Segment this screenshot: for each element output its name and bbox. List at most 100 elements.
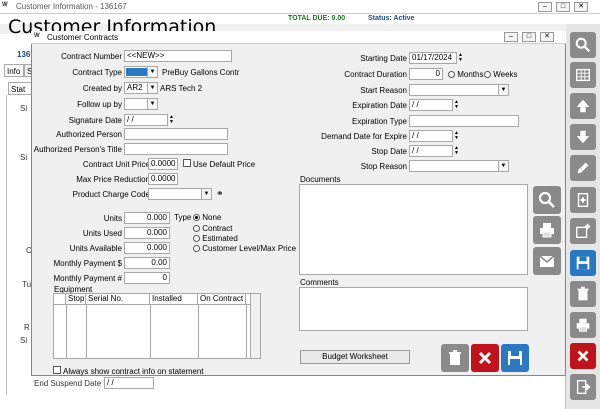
product-charge-code-select[interactable]: ▼ (148, 188, 212, 200)
grid-button[interactable] (570, 62, 596, 88)
save-icon (576, 256, 590, 270)
authorized-person-field[interactable] (124, 128, 228, 140)
add-record-button[interactable] (570, 218, 596, 244)
max-price-reduction-field[interactable]: 0.0000 (148, 173, 178, 185)
contract-type-select[interactable]: ▼ (124, 66, 158, 78)
radio-icon (193, 214, 200, 222)
dialog-delete-button[interactable] (441, 344, 469, 372)
duration-months-option[interactable]: Months (448, 70, 483, 79)
start-reason-select[interactable]: ▼ (409, 84, 509, 96)
contract-duration-field[interactable]: 0 (409, 68, 443, 80)
add-record-icon (576, 223, 591, 238)
tab-info[interactable]: Info (4, 64, 24, 77)
stop-date-label: Stop Date (371, 147, 407, 156)
outer-title-bar: W Customer Information - 136167 – □ ✕ (0, 0, 600, 14)
use-default-price-label: Use Default Price (193, 160, 256, 169)
trash-icon (449, 350, 461, 365)
created-by-desc: ARS Tech 2 (160, 84, 203, 93)
signature-date-value: / / (127, 115, 134, 124)
col-stop: Stop (68, 294, 86, 304)
dialog-minimize-button[interactable]: – (504, 32, 518, 42)
documents-search-button[interactable] (533, 186, 561, 214)
stop-reason-select[interactable]: ▼ (409, 160, 509, 172)
pencil-icon (577, 162, 589, 174)
delete-button[interactable] (570, 281, 596, 307)
move-up-button[interactable] (570, 93, 596, 119)
product-charge-code-label: Product Charge Code (72, 190, 150, 199)
spinner-icon[interactable]: ▲ ▼ (453, 100, 460, 111)
cancel-button[interactable] (570, 343, 596, 369)
contract-type-highlight (126, 68, 148, 76)
dialog-logo: W (34, 33, 40, 39)
edit-button[interactable] (570, 155, 596, 181)
tab-stat[interactable]: Stat (8, 82, 32, 95)
search-button[interactable] (570, 32, 596, 58)
contract-number-label: Contract Number (61, 52, 122, 61)
search-icon (575, 37, 591, 53)
equipment-table-header: Stop Serial No. Installed On Contract (54, 294, 260, 305)
exit-button[interactable] (570, 374, 596, 400)
contract-number-field[interactable]: <<NEW>> (124, 50, 232, 62)
expiration-type-field[interactable] (409, 115, 519, 127)
col-serial: Serial No. (86, 294, 150, 304)
new-document-button[interactable] (570, 187, 596, 213)
save-button[interactable] (570, 250, 596, 276)
binoculars-icon[interactable]: ⚭ (216, 188, 224, 199)
authorized-title-label: Authorized Person's Title (33, 145, 122, 154)
dialog-cancel-button[interactable] (471, 344, 499, 372)
account-status: Status: Active (368, 15, 415, 22)
units-field[interactable]: 0.000 (124, 212, 170, 224)
type-option-contract[interactable]: Contract (193, 224, 232, 233)
documents-list[interactable] (299, 184, 528, 275)
move-down-button[interactable] (570, 124, 596, 150)
signature-date-field[interactable]: / / ▲ ▼ (124, 114, 174, 126)
contract-duration-label: Contract Duration (344, 70, 407, 79)
units-available-field[interactable]: 0.000 (124, 242, 170, 254)
spinner-icon[interactable]: ▲ ▼ (168, 115, 175, 126)
tab-stat-label: Stat (11, 85, 26, 94)
authorized-title-field[interactable] (124, 143, 228, 155)
dialog-maximize-button[interactable]: □ (522, 32, 536, 42)
stop-date-field[interactable]: / / ▲ ▼ (409, 145, 459, 157)
units-used-field[interactable]: 0.000 (124, 227, 170, 239)
demand-date-field[interactable]: / / ▲ ▼ (409, 130, 459, 142)
duration-weeks-label: Weeks (493, 70, 518, 79)
save-icon (508, 351, 522, 365)
dialog-title: Customer Contracts (47, 33, 119, 42)
equipment-scrollbar[interactable] (250, 294, 260, 358)
spinner-icon[interactable]: ▲ ▼ (453, 131, 460, 142)
type-option-customer-level[interactable]: Customer Level/Max Price (193, 244, 296, 253)
app-logo: W (2, 2, 8, 8)
monthly-payment-field[interactable]: 0.00 (124, 257, 170, 269)
chevron-down-icon: ▼ (498, 161, 508, 171)
minimize-button[interactable]: – (538, 2, 552, 12)
close-button[interactable]: ✕ (574, 2, 588, 12)
expiration-date-field[interactable]: / / ▲ ▼ (409, 99, 459, 111)
unit-price-field[interactable]: 0.0000 (148, 158, 178, 170)
dialog-close-button[interactable]: ✕ (540, 32, 554, 42)
maximize-button[interactable]: □ (556, 2, 570, 12)
demand-date-label: Demand Date for Expire (321, 132, 407, 141)
print-button[interactable] (570, 312, 596, 338)
type-label: Type (174, 213, 192, 222)
type-option-none[interactable]: None (193, 213, 221, 222)
end-suspend-field[interactable]: / / (104, 377, 154, 389)
documents-email-button[interactable] (533, 247, 561, 275)
duration-weeks-option[interactable]: Weeks (484, 70, 518, 79)
spinner-icon[interactable]: ▲ ▼ (457, 53, 464, 64)
follow-up-select[interactable]: ▼ (124, 98, 158, 110)
starting-date-field[interactable]: 01/17/2024 ▲ ▼ (409, 52, 463, 64)
created-by-select[interactable]: AR2 ▼ (124, 82, 158, 94)
budget-worksheet-button[interactable]: Budget Worksheet (300, 350, 410, 364)
monthly-payment-num-field[interactable]: 0 (124, 272, 170, 284)
authorized-person-label: Authorized Person (56, 130, 122, 139)
use-default-price-checkbox[interactable] (183, 159, 191, 167)
dialog-save-button[interactable] (501, 344, 529, 372)
documents-print-button[interactable] (533, 216, 561, 244)
comments-field[interactable] (299, 287, 528, 331)
spinner-icon[interactable]: ▲ ▼ (453, 146, 460, 157)
contract-type-label: Contract Type (72, 68, 122, 77)
type-option-estimated[interactable]: Estimated (193, 234, 238, 243)
equipment-table[interactable]: Stop Serial No. Installed On Contract (53, 293, 261, 359)
always-show-checkbox[interactable] (53, 366, 61, 374)
